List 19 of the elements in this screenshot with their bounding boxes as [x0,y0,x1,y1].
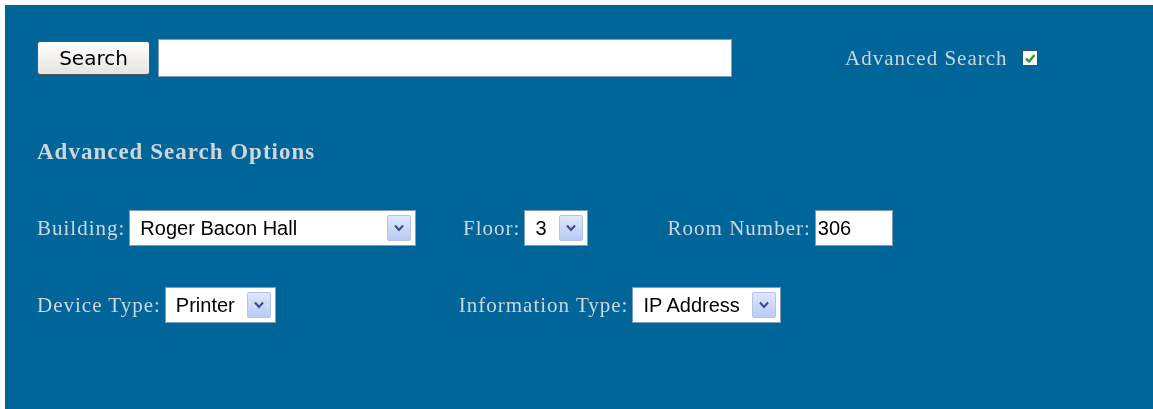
dropdown[interactable]: Roger Bacon Hall [129,210,417,246]
advanced-search-label: Advanced Search [845,45,1008,71]
section-heading: Advanced Search Options [37,139,317,165]
dropdown[interactable]: 3 [524,210,588,246]
dropdown[interactable]: IP Address [632,287,781,323]
search-field[interactable] [158,39,732,77]
checkbox[interactable] [1021,50,1038,66]
field-label: Information Type: [458,292,629,318]
dropdown[interactable]: Printer [164,287,276,323]
field-label: Room Number: [667,215,811,241]
caret-icon [387,215,412,241]
caret-icon [558,215,583,241]
field-label: Device Type: [37,292,161,318]
caret-icon [751,292,776,318]
field-label: Floor: [463,215,521,241]
field-label: Building: [37,215,126,241]
search-button[interactable]: Search [37,41,150,75]
caret-icon [246,292,271,318]
input-field[interactable]: 306 [814,210,893,246]
